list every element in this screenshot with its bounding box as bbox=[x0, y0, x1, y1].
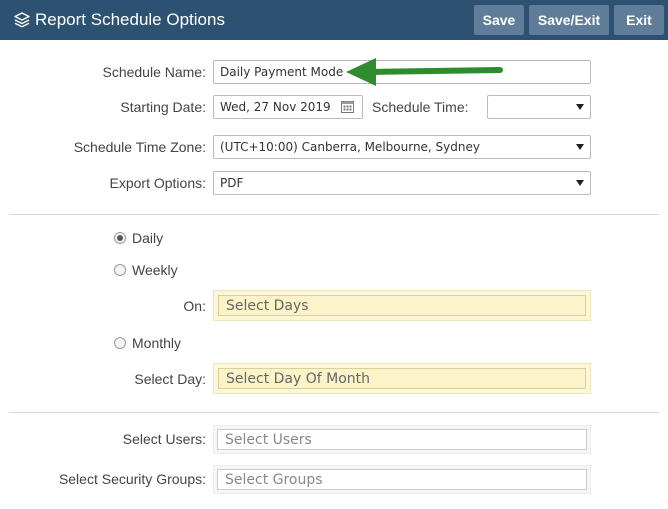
on-label: On: bbox=[183, 298, 206, 314]
monthly-radio-option[interactable]: Monthly bbox=[114, 335, 181, 351]
chevron-down-icon bbox=[576, 144, 584, 150]
annotation-arrow-icon bbox=[346, 58, 503, 86]
page-title: Report Schedule Options bbox=[35, 10, 225, 29]
select-groups-container: Select Groups bbox=[213, 465, 591, 494]
weekly-label: Weekly bbox=[132, 262, 178, 278]
schedule-time-select[interactable] bbox=[487, 95, 591, 119]
select-users-label: Select Users: bbox=[122, 431, 206, 447]
schedule-name-value: Daily Payment Mode bbox=[220, 65, 344, 79]
daily-radio[interactable] bbox=[114, 232, 126, 244]
time-zone-value: (UTC+10:00) Canberra, Melbourne, Sydney bbox=[220, 140, 480, 154]
layers-icon bbox=[14, 12, 30, 28]
time-zone-select[interactable]: (UTC+10:00) Canberra, Melbourne, Sydney bbox=[213, 135, 591, 159]
starting-date-value: Wed, 27 Nov 2019 bbox=[220, 100, 331, 114]
select-days-input[interactable]: Select Days bbox=[218, 295, 586, 316]
section-divider bbox=[9, 412, 659, 413]
monthly-radio[interactable] bbox=[114, 337, 126, 349]
starting-date-label: Starting Date: bbox=[120, 99, 206, 115]
schedule-time-label: Schedule Time: bbox=[372, 99, 469, 115]
chevron-down-icon bbox=[576, 180, 584, 186]
select-groups-label: Select Security Groups: bbox=[58, 471, 206, 487]
save-exit-button[interactable]: Save/Exit bbox=[529, 5, 609, 35]
select-day-of-month-input[interactable]: Select Day Of Month bbox=[218, 368, 586, 389]
select-days-container: Select Days bbox=[213, 290, 591, 321]
section-divider bbox=[9, 214, 659, 215]
export-options-select[interactable]: PDF bbox=[213, 171, 591, 195]
time-zone-label: Schedule Time Zone: bbox=[73, 139, 206, 155]
select-groups-input[interactable]: Select Groups bbox=[217, 469, 587, 490]
select-users-input[interactable]: Select Users bbox=[217, 429, 587, 450]
schedule-name-label: Schedule Name: bbox=[102, 64, 206, 80]
select-users-container: Select Users bbox=[213, 425, 591, 454]
weekly-radio[interactable] bbox=[114, 264, 126, 276]
weekly-radio-option[interactable]: Weekly bbox=[114, 262, 178, 278]
save-button[interactable]: Save bbox=[474, 5, 524, 35]
daily-radio-option[interactable]: Daily bbox=[114, 230, 163, 246]
header-bar: Report Schedule Options Save Save/Exit E… bbox=[0, 0, 668, 40]
monthly-label: Monthly bbox=[132, 335, 182, 351]
daily-label: Daily bbox=[132, 230, 164, 246]
select-day-of-month-container: Select Day Of Month bbox=[213, 363, 591, 394]
exit-button[interactable]: Exit bbox=[614, 5, 664, 35]
calendar-icon[interactable] bbox=[341, 100, 354, 113]
chevron-down-icon bbox=[576, 104, 584, 110]
export-options-value: PDF bbox=[220, 176, 244, 190]
header-title-wrap: Report Schedule Options bbox=[14, 0, 225, 40]
select-day-label: Select Day: bbox=[134, 371, 206, 387]
export-options-label: Export Options: bbox=[109, 175, 207, 191]
starting-date-input[interactable]: Wed, 27 Nov 2019 bbox=[213, 95, 363, 119]
